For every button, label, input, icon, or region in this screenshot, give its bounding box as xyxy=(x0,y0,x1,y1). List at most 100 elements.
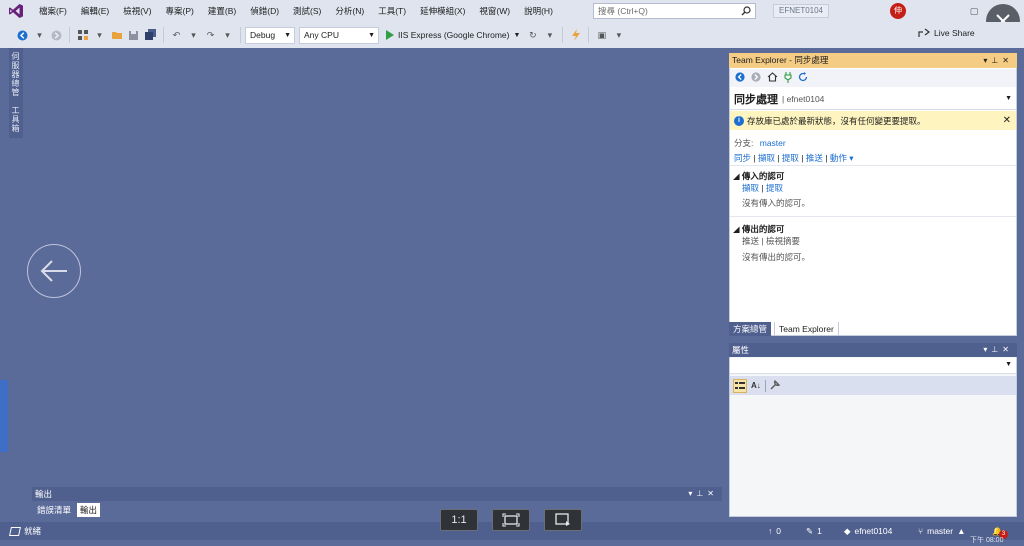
tab-output[interactable]: 輸出 xyxy=(77,503,101,517)
menu-debug[interactable]: 偵錯(D) xyxy=(243,0,286,22)
back-nav-icon[interactable] xyxy=(735,72,745,84)
menu-edit[interactable]: 編輯(E) xyxy=(74,0,116,22)
info-bar: i 存放庫已處於最新狀態，沒有任何變更要提取。 ✕ xyxy=(730,111,1016,130)
page-subtitle: | efnet0104 xyxy=(782,93,825,104)
incoming-pull-link[interactable]: 提取 xyxy=(766,183,783,193)
refresh-icon[interactable] xyxy=(798,72,808,84)
back-nav-icon[interactable] xyxy=(16,29,29,42)
menu-build[interactable]: 建置(B) xyxy=(201,0,243,22)
platform-select[interactable]: Any CPU ▼ xyxy=(299,26,379,44)
pin-icon[interactable]: ⊥ xyxy=(696,489,707,498)
close-icon[interactable]: ✕ xyxy=(1002,345,1013,354)
search-input[interactable]: 搜尋 (Ctrl+Q) xyxy=(593,3,756,19)
pin-icon[interactable]: ⊥ xyxy=(991,345,1002,354)
branch-link[interactable]: master xyxy=(760,138,786,148)
new-project-icon[interactable] xyxy=(76,29,89,42)
info-message: 存放庫已處於最新狀態，沒有任何變更要提取。 xyxy=(747,115,926,126)
incoming-commits-header[interactable]: ◢ 傳入的認可 xyxy=(733,170,784,182)
menu-extensions[interactable]: 延伸模組(X) xyxy=(413,0,472,22)
view-summary-link[interactable]: 檢視摘要 xyxy=(766,236,800,246)
toolbar-separator xyxy=(764,379,766,392)
pull-link[interactable]: 提取 xyxy=(782,153,799,163)
section-divider xyxy=(730,216,1016,217)
menu-analyze[interactable]: 分析(N) xyxy=(328,0,371,22)
incoming-fetch-link[interactable]: 擷取 xyxy=(742,183,759,193)
branch-selector[interactable]: ⑂ master ▲ xyxy=(918,522,966,540)
tab-error-list[interactable]: 錯誤清單 xyxy=(34,503,74,517)
output-title-bar[interactable]: 輸出 ▾⊥✕ xyxy=(32,487,722,501)
toolbar-separator xyxy=(69,27,70,43)
fetch-link[interactable]: 擷取 xyxy=(758,153,775,163)
pin-icon[interactable]: ⊥ xyxy=(991,56,1002,65)
actual-size-button[interactable]: 1:1 xyxy=(440,509,478,531)
categorized-icon[interactable] xyxy=(733,378,747,393)
properties-object-select[interactable]: ▼ xyxy=(730,358,1016,374)
team-explorer-title-bar[interactable]: Team Explorer - 同步處理 ▾⊥✕ xyxy=(729,53,1017,68)
output-window-icon[interactable] xyxy=(9,526,21,536)
panel-title: Team Explorer - 同步處理 xyxy=(732,55,829,65)
fit-to-window-button[interactable] xyxy=(492,509,530,531)
tab-server-explorer[interactable]: 伺服器總管 xyxy=(10,52,21,97)
menu-project[interactable]: 專案(P) xyxy=(159,0,201,22)
output-tab-strip: 錯誤清單 輸出 xyxy=(32,501,722,519)
menu-help[interactable]: 說明(H) xyxy=(517,0,560,22)
close-icon[interactable]: ✕ xyxy=(1003,115,1011,126)
close-icon[interactable]: ✕ xyxy=(1002,56,1013,65)
menu-file[interactable]: 檔案(F) xyxy=(32,0,74,22)
push-link[interactable]: 推送 xyxy=(806,153,823,163)
chevron-down-icon[interactable]: ▾ xyxy=(93,29,106,42)
start-debugging-button[interactable]: IIS Express (Google Chrome) ▼ xyxy=(385,30,520,40)
open-file-icon[interactable] xyxy=(110,29,123,42)
unpushed-commits[interactable]: ↑ 0 xyxy=(768,522,781,540)
menu-tools[interactable]: 工具(T) xyxy=(371,0,413,22)
outgoing-actions-row: 推送 | 檢視摘要 xyxy=(742,236,800,246)
refresh-browser-icon[interactable]: ↻ xyxy=(526,29,539,42)
slideshow-button[interactable] xyxy=(544,509,582,531)
hot-reload-icon[interactable] xyxy=(569,29,582,42)
team-explorer-page-header[interactable]: 同步處理 | efnet0104 ▼ xyxy=(730,88,1016,110)
repository-selector[interactable]: ◆ efnet0104 xyxy=(844,522,892,540)
outgoing-commits-header[interactable]: ◢ 傳出的認可 xyxy=(733,223,784,235)
chevron-down-icon[interactable]: ▾ xyxy=(33,29,46,42)
incoming-actions-row: 擷取 | 提取 xyxy=(742,183,783,193)
forward-nav-icon[interactable] xyxy=(751,72,761,84)
tab-team-explorer[interactable]: Team Explorer xyxy=(774,322,839,336)
pending-changes[interactable]: ✎ 1 xyxy=(806,522,822,540)
alphabetical-icon[interactable]: A↓ xyxy=(751,381,761,390)
live-share-button[interactable]: Live Share xyxy=(918,28,975,38)
chevron-down-icon[interactable]: ▾ xyxy=(612,29,625,42)
chevron-down-icon[interactable]: ▼ xyxy=(1005,95,1012,102)
side-panel-handle[interactable] xyxy=(0,380,8,452)
right-edge-strip xyxy=(1017,48,1024,522)
sync-link[interactable]: 同步 xyxy=(734,153,751,163)
fit-screen-icon xyxy=(502,513,520,527)
close-icon[interactable]: ✕ xyxy=(707,489,718,498)
restore-icon[interactable]: ▢ xyxy=(966,3,982,19)
menu-view[interactable]: 檢視(V) xyxy=(116,0,158,22)
menu-window[interactable]: 視窗(W) xyxy=(472,0,517,22)
screenshot-icon[interactable]: ▣ xyxy=(595,29,608,42)
tab-toolbox[interactable]: 工具箱 xyxy=(10,106,21,133)
tab-solution-explorer[interactable]: 方案總管 xyxy=(729,322,772,336)
chevron-down-icon[interactable]: ▾ xyxy=(543,29,556,42)
properties-title-bar[interactable]: 屬性 ▾⊥✕ xyxy=(729,343,1017,357)
redo-icon[interactable]: ↷ xyxy=(204,29,217,42)
configuration-select[interactable]: Debug ▼ xyxy=(245,26,295,44)
save-icon[interactable] xyxy=(127,29,140,42)
previous-image-button[interactable] xyxy=(27,244,81,298)
visual-studio-logo-icon[interactable] xyxy=(0,0,32,22)
forward-nav-icon[interactable] xyxy=(50,29,63,42)
actions-menu-link[interactable]: 動作 ▾ xyxy=(830,153,854,163)
property-pages-icon[interactable] xyxy=(770,379,780,392)
avatar[interactable]: 伸 xyxy=(890,3,906,19)
outgoing-push-link[interactable]: 推送 xyxy=(742,236,759,246)
menu-test[interactable]: 測試(S) xyxy=(286,0,328,22)
undo-icon[interactable]: ↶ xyxy=(170,29,183,42)
arrow-up-icon: ↑ xyxy=(768,526,773,536)
home-icon[interactable] xyxy=(767,72,778,84)
chevron-down-icon[interactable]: ▾ xyxy=(187,29,200,42)
toolbar-separator xyxy=(163,27,164,43)
save-all-icon[interactable] xyxy=(144,29,157,42)
plug-connect-icon[interactable] xyxy=(784,71,792,85)
chevron-down-icon[interactable]: ▾ xyxy=(221,29,234,42)
